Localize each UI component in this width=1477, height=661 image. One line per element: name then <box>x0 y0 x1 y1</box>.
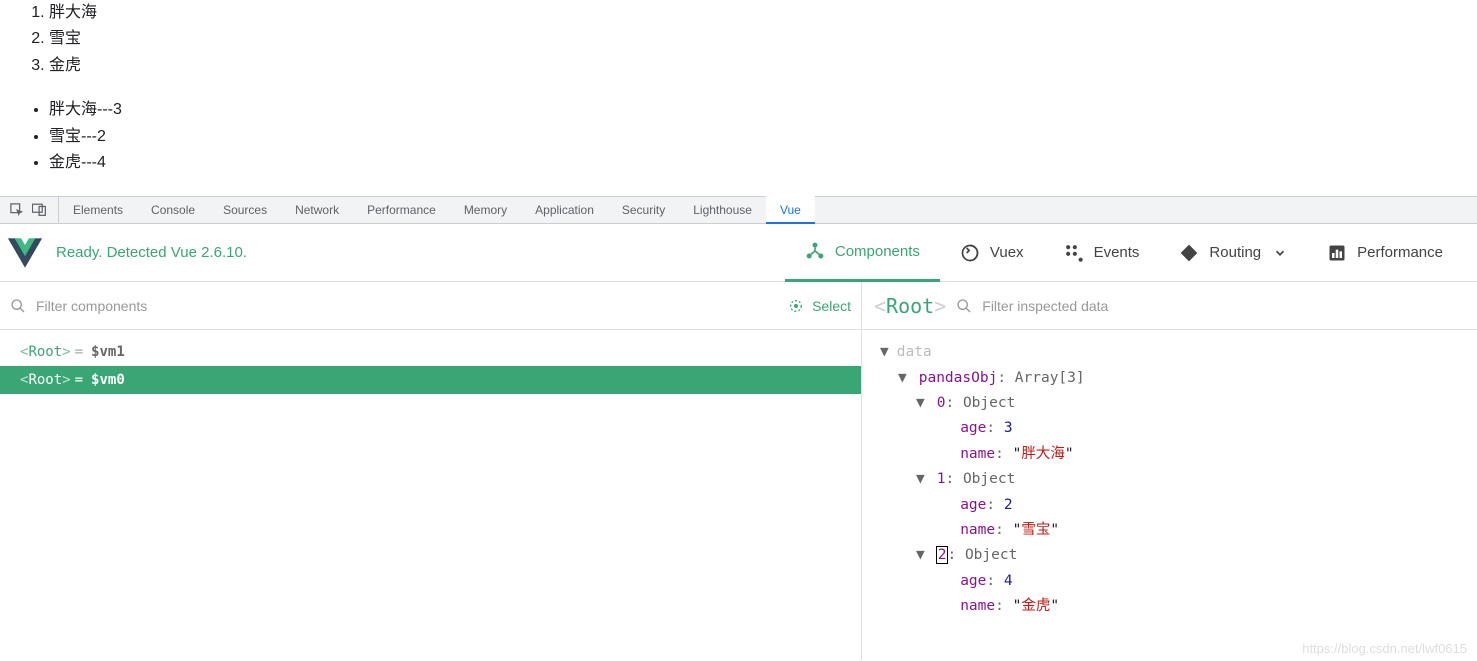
list-item: 雪宝 <box>49 26 1452 52</box>
routing-icon <box>1179 243 1199 263</box>
devtools-tab-performance[interactable]: Performance <box>353 196 450 224</box>
data-section[interactable]: ▼ data <box>880 340 1477 365</box>
devtools-tab-memory[interactable]: Memory <box>450 196 521 224</box>
filter-components-input[interactable] <box>36 298 778 314</box>
tab-label: Performance <box>1357 244 1443 261</box>
devtools-tab-security[interactable]: Security <box>608 196 679 224</box>
ordered-list: 胖大海 雪宝 金虎 <box>49 0 1452 79</box>
list-item: 雪宝---2 <box>49 124 1452 150</box>
data-prop-name[interactable]: name: "金虎" <box>880 594 1477 619</box>
data-object[interactable]: ▼ 1: Object <box>880 467 1477 492</box>
tab-performance[interactable]: Performance <box>1307 224 1463 282</box>
devtools-tab-network[interactable]: Network <box>281 196 353 224</box>
data-tree: ▼ data▼ pandasObj: Array[3]▼ 0: Object a… <box>862 330 1477 619</box>
page-output: 胖大海 雪宝 金虎 胖大海---3 雪宝---2 金虎---4 <box>0 0 1477 196</box>
device-icon[interactable] <box>32 203 48 217</box>
unordered-list: 胖大海---3 雪宝---2 金虎---4 <box>49 97 1452 176</box>
search-icon <box>10 298 26 314</box>
search-icon <box>956 298 972 314</box>
inspector-header: <Root> <box>862 282 1477 330</box>
data-prop-age[interactable]: age: 3 <box>880 416 1477 441</box>
list-item: 胖大海---3 <box>49 97 1452 123</box>
tab-routing[interactable]: Routing <box>1159 224 1307 282</box>
watermark-text: https://blog.csdn.net/lwf0615 <box>1302 641 1467 656</box>
tab-vuex[interactable]: Vuex <box>940 224 1044 282</box>
vue-main-panel: Select <Root>=$vm1<Root>=$vm0 <Root> ▼ d… <box>0 282 1477 660</box>
list-item: 金虎---4 <box>49 150 1452 176</box>
component-tree-row[interactable]: <Root>=$vm0 <box>0 366 861 394</box>
tab-label: Events <box>1094 244 1140 261</box>
tab-components[interactable]: Components <box>785 224 940 282</box>
tab-label: Vuex <box>990 244 1024 261</box>
data-prop-age[interactable]: age: 4 <box>880 569 1477 594</box>
filter-inspected-input[interactable] <box>982 298 1465 314</box>
component-tree-row[interactable]: <Root>=$vm1 <box>0 338 861 366</box>
devtools-tabbar: ElementsConsoleSourcesNetworkPerformance… <box>0 196 1477 224</box>
components-icon <box>805 241 825 261</box>
vue-logo-icon <box>8 236 42 270</box>
tab-events[interactable]: Events <box>1044 224 1160 282</box>
chevron-down-icon <box>1273 246 1287 260</box>
select-target-label: Select <box>812 298 851 314</box>
select-target-button[interactable]: Select <box>788 298 851 314</box>
data-object[interactable]: ▼ 0: Object <box>880 391 1477 416</box>
vue-panel-header: Ready. Detected Vue 2.6.10. Components V… <box>0 224 1477 282</box>
events-icon <box>1064 243 1084 263</box>
performance-icon <box>1327 243 1347 263</box>
devtools-tab-lighthouse[interactable]: Lighthouse <box>679 196 766 224</box>
list-item: 金虎 <box>49 53 1452 79</box>
target-icon <box>788 298 804 314</box>
component-tree: <Root>=$vm1<Root>=$vm0 <box>0 330 861 394</box>
devtools-tab-application[interactable]: Application <box>521 196 608 224</box>
data-prop-name[interactable]: name: "雪宝" <box>880 518 1477 543</box>
tab-label: Routing <box>1209 244 1261 261</box>
list-item: 胖大海 <box>49 0 1452 26</box>
data-prop-age[interactable]: age: 2 <box>880 493 1477 518</box>
vue-status-text: Ready. Detected Vue 2.6.10. <box>56 244 785 261</box>
inspector-title: <Root> <box>874 294 946 318</box>
devtools-tab-vue[interactable]: Vue <box>766 196 815 224</box>
data-array[interactable]: ▼ pandasObj: Array[3] <box>880 366 1477 391</box>
devtools-tab-elements[interactable]: Elements <box>59 196 137 224</box>
tab-label: Components <box>835 243 920 260</box>
devtools-tab-console[interactable]: Console <box>137 196 209 224</box>
vuex-icon <box>960 243 980 263</box>
inspect-icon[interactable] <box>10 203 24 217</box>
data-object[interactable]: ▼ 2: Object <box>880 543 1477 568</box>
components-filter-row: Select <box>0 282 861 330</box>
data-prop-name[interactable]: name: "胖大海" <box>880 442 1477 467</box>
devtools-tab-sources[interactable]: Sources <box>209 196 281 224</box>
